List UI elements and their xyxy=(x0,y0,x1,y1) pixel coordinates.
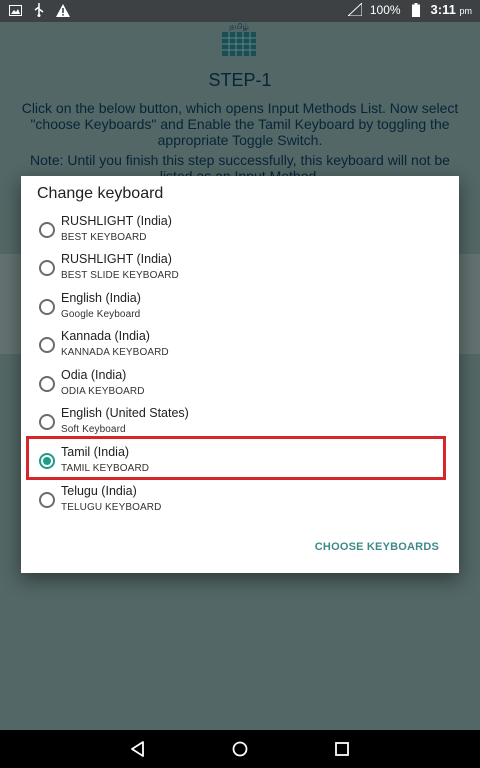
usb-icon xyxy=(32,3,46,17)
step-title: STEP-1 xyxy=(208,70,272,90)
keyboard-subtitle: KANNADA KEYBOARD xyxy=(61,347,169,358)
clock-ampm: pm xyxy=(459,6,472,16)
keyboard-name: Telugu (India) xyxy=(61,484,137,498)
choose-keyboards-button[interactable]: CHOOSE KEYBOARDS xyxy=(315,541,439,553)
image-icon xyxy=(8,3,22,17)
back-icon[interactable] xyxy=(127,738,149,760)
status-right-icons: 100% 3:11 pm xyxy=(347,2,472,17)
keyboard-name: RUSHLIGHT (India) xyxy=(61,214,172,228)
recents-icon[interactable] xyxy=(331,738,353,760)
tamil-highlight-box xyxy=(26,436,446,480)
keyboard-name: English (India) xyxy=(61,291,141,305)
keyboard-subtitle: ODIA KEYBOARD xyxy=(61,386,145,397)
dialog-title: Change keyboard xyxy=(37,185,164,202)
keyboard-subtitle: BEST KEYBOARD xyxy=(61,232,147,243)
radio-button[interactable] xyxy=(39,222,55,238)
signal-icon xyxy=(347,3,362,17)
step-description: Click on the below button, which opens I… xyxy=(21,100,459,148)
battery-percent: 100% xyxy=(369,2,401,17)
radio-button[interactable] xyxy=(39,299,55,315)
radio-button[interactable] xyxy=(39,414,55,430)
keyboard-subtitle: Google Keyboard xyxy=(61,309,141,320)
navigation-bar xyxy=(0,730,480,768)
keyboard-subtitle: TELUGU KEYBOARD xyxy=(61,502,162,513)
home-icon[interactable] xyxy=(229,738,251,760)
radio-button[interactable] xyxy=(39,337,55,353)
keyboard-item-english-india[interactable]: English (India) Google Keyboard xyxy=(21,289,459,327)
app-logo: தமிழ் xyxy=(222,22,256,56)
keyboard-item-kannada[interactable]: Kannada (India) KANNADA KEYBOARD xyxy=(21,327,459,365)
clock: 3:11 pm xyxy=(431,2,472,17)
radio-button[interactable] xyxy=(39,376,55,392)
battery-icon xyxy=(409,2,423,17)
keyboard-name: English (United States) xyxy=(61,406,189,420)
keyboard-name: Odia (India) xyxy=(61,368,127,382)
keyboard-item-odia[interactable]: Odia (India) ODIA KEYBOARD xyxy=(21,366,459,404)
keyboard-item-rushlight-best[interactable]: RUSHLIGHT (India) BEST KEYBOARD xyxy=(21,212,459,250)
logo-text: தமிழ் xyxy=(229,22,249,31)
keyboard-item-rushlight-slide[interactable]: RUSHLIGHT (India) BEST SLIDE KEYBOARD xyxy=(21,250,459,288)
warning-icon xyxy=(56,3,70,17)
status-left-icons xyxy=(8,3,70,17)
radio-button[interactable] xyxy=(39,260,55,276)
change-keyboard-dialog: Change keyboard RUSHLIGHT (India) BEST K… xyxy=(21,176,459,573)
keyboard-item-telugu[interactable]: Telugu (India) TELUGU KEYBOARD xyxy=(21,482,459,520)
keyboard-subtitle: BEST SLIDE KEYBOARD xyxy=(61,270,179,281)
keyboard-name: Kannada (India) xyxy=(61,329,150,343)
keyboard-subtitle: Soft Keyboard xyxy=(61,424,126,435)
clock-time: 3:11 xyxy=(430,2,456,17)
status-bar: 100% 3:11 pm xyxy=(0,0,480,22)
keyboard-name: RUSHLIGHT (India) xyxy=(61,252,172,266)
radio-button[interactable] xyxy=(39,492,55,508)
